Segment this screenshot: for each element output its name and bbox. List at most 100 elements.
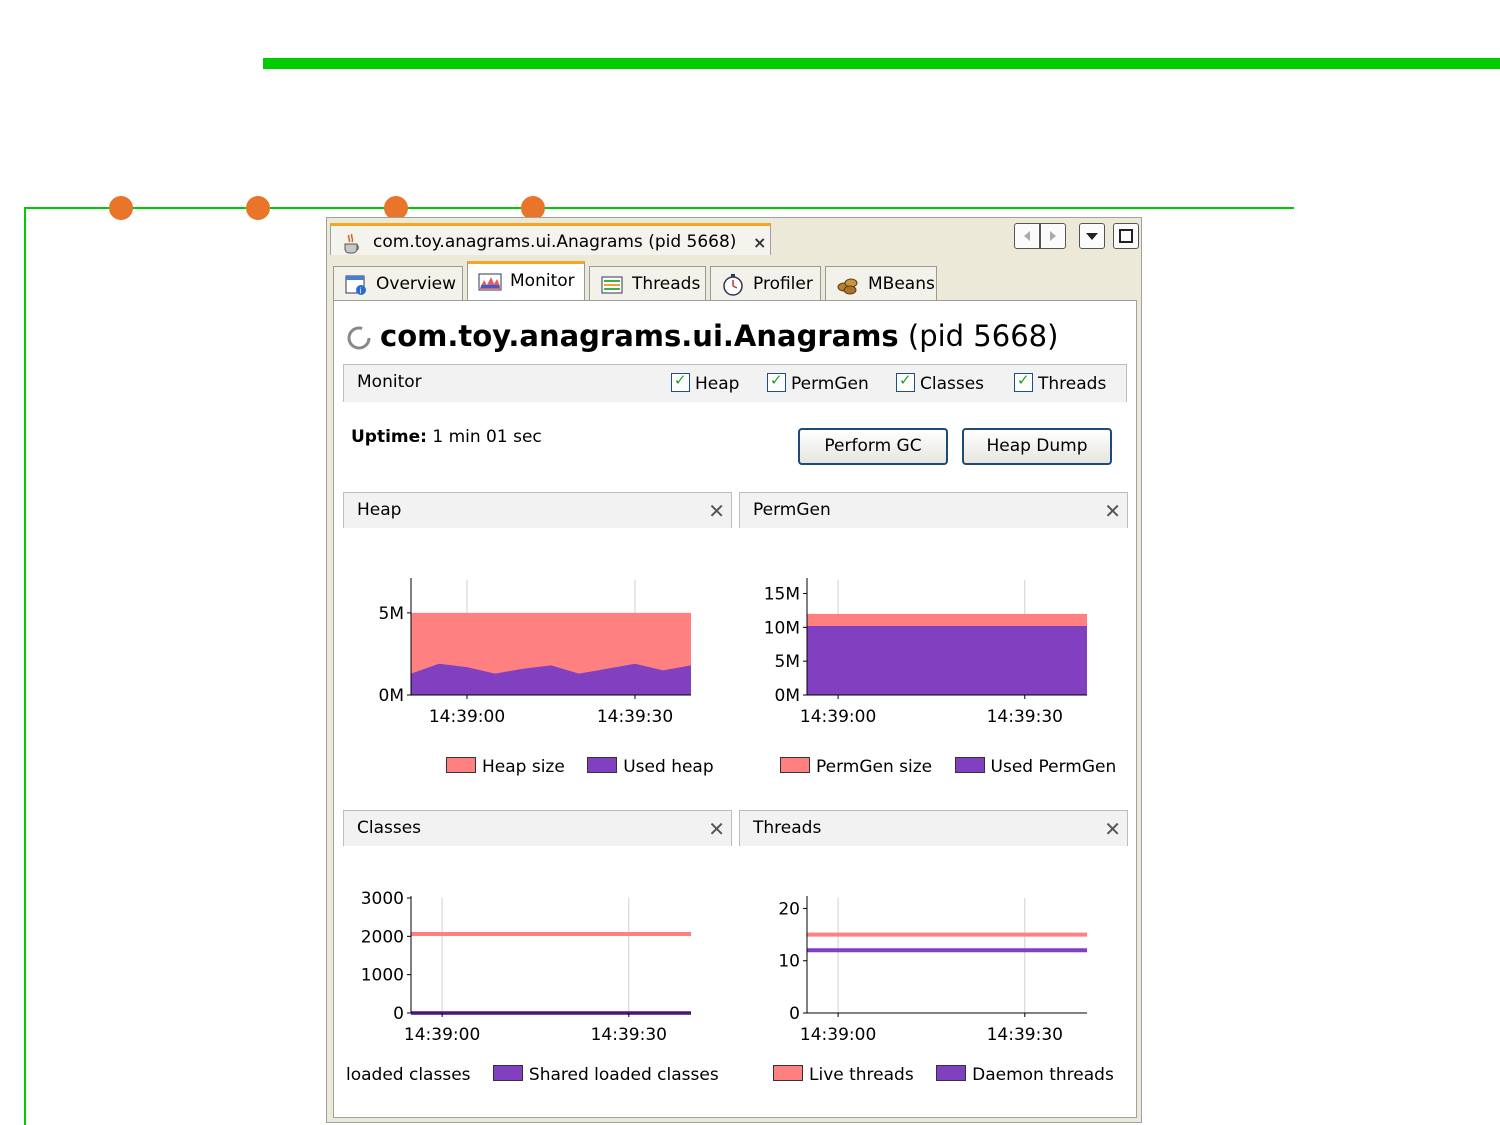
tab-label: Monitor	[510, 271, 575, 291]
uptime-value: 1 min 01 sec	[432, 427, 542, 447]
threads-panel-title: Threads	[753, 818, 822, 838]
legend-label: Heap size	[482, 757, 565, 777]
tab-label: Threads	[632, 274, 701, 294]
checkbox-label: Threads	[1038, 374, 1107, 394]
y-tick-label: 10	[778, 952, 800, 972]
java-cup-icon	[344, 233, 359, 254]
heap-checkbox[interactable]: Heap	[671, 371, 740, 394]
monitor-bar-label: Monitor	[357, 372, 422, 392]
x-tick-label: 14:39:00	[800, 1025, 876, 1045]
tab-monitor[interactable]: Monitor	[467, 261, 585, 300]
tab-threads[interactable]: Threads	[589, 266, 706, 300]
legend-label: PermGen size	[816, 757, 933, 777]
visualvm-window: com.toy.anagrams.ui.Anagrams (pid 5668) …	[326, 217, 1142, 1123]
y-tick-label: 0	[393, 1004, 404, 1024]
monitor-panel: com.toy.anagrams.ui.Anagrams (pid 5668) …	[333, 300, 1137, 1118]
uptime: Uptime: 1 min 01 sec	[351, 427, 542, 447]
checkbox-checked-icon	[671, 371, 690, 392]
legend-label: Used heap	[623, 757, 714, 777]
overview-icon: i	[345, 275, 366, 296]
maximize-button[interactable]	[1113, 223, 1139, 249]
chevron-down-icon	[1086, 233, 1098, 240]
permgen-panel-title: PermGen	[753, 500, 831, 520]
permgen-checkbox[interactable]: PermGen	[767, 371, 869, 394]
permgen-panel-header: PermGen ✕	[739, 492, 1128, 528]
app-pid: (pid 5668)	[907, 319, 1059, 353]
close-icon[interactable]: ✕	[1104, 499, 1121, 523]
threads-panel-header: Threads ✕	[739, 810, 1128, 846]
uptime-label: Uptime:	[351, 427, 427, 447]
legend-label: Live threads	[809, 1065, 914, 1085]
tab-mbeans[interactable]: MBeans	[825, 266, 937, 300]
tab-profiler[interactable]: Profiler	[710, 266, 821, 300]
tab-label: Profiler	[753, 274, 813, 294]
tab-list-button[interactable]	[1079, 223, 1105, 249]
scroll-right-button[interactable]	[1040, 223, 1066, 249]
heap-panel-header: Heap ✕	[343, 492, 732, 528]
y-tick-label: 20	[778, 899, 800, 919]
mbeans-icon	[837, 278, 858, 295]
x-tick-label: 14:39:30	[591, 1025, 667, 1045]
classes-checkbox[interactable]: Classes	[896, 371, 985, 394]
threads-icon	[601, 276, 623, 294]
legend-swatch	[780, 757, 810, 773]
classes-chart: 0 1000 2000 3000 14:39:00 14:39:30	[361, 889, 691, 1045]
legend-swatch	[587, 757, 618, 773]
y-tick-label: 0M	[379, 686, 404, 706]
legend-label: Shared loaded classes	[528, 1065, 719, 1085]
y-tick-label: 5M	[775, 652, 800, 672]
series-area	[411, 663, 691, 695]
spinner-icon	[347, 326, 371, 350]
classes-panel-header: Classes ✕	[343, 810, 732, 846]
heap-dump-button[interactable]: Heap Dump	[962, 428, 1112, 465]
subtab-bar: i Overview Monitor Threads Profiler MBea…	[333, 261, 1133, 300]
page-title: com.toy.anagrams.ui.Anagrams (pid 5668)	[380, 319, 1058, 353]
close-tab-icon[interactable]: ×	[753, 233, 766, 252]
classes-panel-title: Classes	[357, 818, 422, 838]
checkbox-label: Classes	[920, 374, 985, 394]
scroll-left-button[interactable]	[1014, 223, 1040, 249]
y-tick-label: 15M	[764, 585, 800, 605]
legend-swatch	[446, 757, 476, 773]
threads-chart: 0 10 20 14:39:00 14:39:30	[778, 896, 1087, 1045]
threads-checkbox[interactable]: Threads	[1014, 371, 1107, 394]
close-icon[interactable]: ✕	[708, 499, 725, 523]
arrow-right-icon	[1050, 231, 1056, 241]
permgen-chart: 0M 5M 10M 15M 14:39:00 14:39:30	[764, 578, 1087, 727]
document-tab[interactable]: com.toy.anagrams.ui.Anagrams (pid 5668) …	[330, 223, 771, 255]
close-icon[interactable]: ✕	[1104, 817, 1121, 841]
checkbox-label: Heap	[695, 374, 740, 394]
tab-label: MBeans	[868, 274, 935, 294]
close-icon[interactable]: ✕	[708, 817, 725, 841]
y-tick-label: 10M	[764, 618, 800, 638]
x-tick-label: 14:39:30	[987, 707, 1063, 727]
profiler-icon	[723, 274, 743, 296]
x-tick-label: 14:39:00	[800, 707, 876, 727]
x-tick-label: 14:39:30	[987, 1025, 1063, 1045]
permgen-legend: PermGen size Used PermGen	[780, 757, 1116, 777]
y-tick-label: 1000	[361, 966, 404, 986]
checkbox-checked-icon	[896, 371, 915, 392]
checkbox-checked-icon	[767, 371, 786, 392]
heap-chart: 0M 5M 14:39:00 14:39:30	[379, 578, 691, 727]
green-top-bar	[263, 58, 1500, 69]
legend-swatch	[954, 757, 985, 773]
legend-label: Daemon threads	[972, 1065, 1114, 1085]
y-tick-label: 3000	[361, 889, 404, 909]
document-tab-title: com.toy.anagrams.ui.Anagrams (pid 5668)	[373, 232, 737, 252]
heap-legend: Heap size Used heap	[446, 757, 714, 777]
x-tick-label: 14:39:00	[404, 1025, 480, 1045]
x-tick-label: 14:39:00	[429, 707, 505, 727]
threads-legend: Live threads Daemon threads	[773, 1065, 1114, 1085]
tab-overview[interactable]: i Overview	[333, 266, 463, 300]
x-tick-label: 14:39:30	[597, 707, 673, 727]
orange-bullet	[109, 196, 133, 220]
tab-label: Overview	[376, 274, 457, 294]
legend-label: Used PermGen	[990, 757, 1117, 777]
svg-text:i: i	[360, 287, 362, 296]
y-tick-label: 0	[789, 1004, 800, 1024]
perform-gc-button[interactable]: Perform GC	[798, 428, 948, 465]
orange-bullet	[246, 196, 270, 220]
heap-panel-title: Heap	[357, 500, 402, 520]
series-area	[807, 626, 1087, 695]
